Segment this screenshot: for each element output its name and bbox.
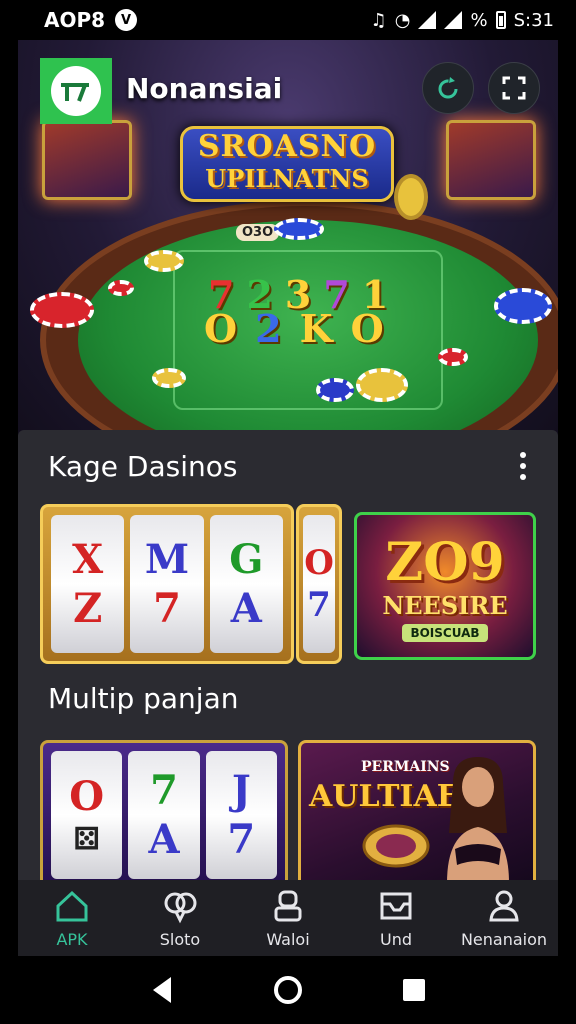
casino-chip [394, 174, 428, 220]
battery-icon [495, 11, 506, 29]
reel-symbol: O [304, 543, 334, 583]
section-title-kage-dasinos: Kage Dasinos [48, 450, 238, 483]
wifi-icon: ◔ [394, 9, 411, 31]
refresh-button[interactable] [422, 62, 474, 114]
reel-symbol: O [69, 773, 105, 820]
system-nav-bar [0, 956, 576, 1024]
home-icon [56, 890, 88, 922]
number-row-2: O 2 K O [204, 306, 384, 351]
nav-label: Waloi [266, 930, 310, 949]
casino-chip [144, 250, 184, 272]
reel-symbol: M [144, 536, 190, 583]
inbox-icon [380, 892, 412, 920]
section-title-multip-panjan: Multip panjan [48, 682, 239, 715]
app-logo [40, 58, 112, 124]
coin-medallion-icon [362, 824, 430, 868]
casino-chip [108, 280, 134, 296]
reel-symbol: 7 [153, 585, 181, 632]
status-right: ♫ ◔ % S:31 [371, 10, 554, 31]
slot-reel: J 7 [205, 751, 277, 879]
bg-slot-machine-right [446, 120, 536, 200]
chat-bubbles-icon [164, 892, 197, 924]
expand-icon [502, 76, 526, 100]
slot-reel: 7 A [128, 751, 200, 879]
reel-symbol: G [229, 536, 264, 583]
status-time: S:31 [513, 9, 554, 31]
bg-slot-machine-left [42, 120, 132, 200]
game-card-slot-1-partial[interactable]: O 7 [296, 504, 342, 664]
reel-symbol: Z [73, 585, 103, 632]
slot-reel: M 7 [130, 515, 204, 653]
status-app-badge: V [115, 9, 138, 31]
game-card-slot-2[interactable]: O ⚄ 7 A J 7 [40, 740, 288, 890]
promo-big-text: ZO9 [385, 532, 505, 593]
casino-chip [438, 348, 468, 366]
status-left: AOP8 V [44, 8, 138, 32]
reel-symbol: J [231, 767, 251, 814]
nav-label: Sloto [159, 930, 201, 949]
casino-chip [274, 218, 324, 240]
game-card-promo-1[interactable]: ZO9 NEESIRE BOISCUAB [354, 512, 536, 660]
number-digit: 2 [255, 306, 282, 351]
nav-item-nenanaion[interactable]: Nenanaion [454, 888, 554, 949]
app-title: Nonansiai [126, 72, 283, 105]
slot-reel: O 7 [303, 515, 335, 653]
bottom-nav: APK Sloto Waloi Und Nenanaion [18, 880, 558, 956]
home-circle-icon[interactable] [272, 974, 304, 1006]
more-vertical-icon[interactable] [520, 452, 528, 480]
character-illustration [447, 757, 509, 883]
promo-mid-text: NEESIRE [382, 591, 508, 620]
signal-icon [418, 11, 437, 29]
nav-item-waloi[interactable]: Waloi [238, 888, 338, 949]
wallet-icon [274, 890, 302, 922]
games-panel: Kage Dasinos X Z M 7 G A O 7 ZO9 NEESIRE… [18, 430, 558, 890]
mute-icon: ♫ [370, 9, 387, 31]
recents-icon[interactable] [401, 977, 427, 1003]
banner-line-1: SROASNO [197, 129, 377, 164]
promo-banner-title: SROASNO UPILNATNS [180, 126, 394, 202]
nav-label: Nenanaion [460, 930, 548, 949]
percent-icon: % [470, 9, 488, 31]
game-card-slot-1[interactable]: X Z M 7 G A [40, 504, 294, 664]
banner-line-2: UPILNATNS [205, 164, 369, 193]
table-label: O3O [236, 224, 280, 241]
reel-symbol: A [230, 585, 262, 632]
hero-banner[interactable]: Nonansiai SROASNO UPILNATNS O3O 7 2 3 7 … [18, 40, 558, 440]
back-icon[interactable] [149, 975, 175, 1005]
number-digit: O [350, 306, 384, 351]
casino-chip [494, 288, 552, 324]
casino-chip [316, 378, 354, 402]
casino-chip [152, 368, 186, 388]
number-digit: O [204, 306, 238, 351]
casino-chip [356, 368, 408, 402]
reel-symbol: 7 [307, 585, 331, 625]
nav-item-sloto[interactable]: Sloto [130, 888, 230, 949]
dice-icon: ⚄ [73, 822, 100, 857]
status-bar: AOP8 V ♫ ◔ % S:31 [0, 0, 576, 40]
casino-chip [30, 292, 94, 328]
refresh-icon [438, 77, 458, 99]
number-digit: K [299, 306, 333, 351]
reel-symbol: 7 [150, 767, 178, 814]
slot-reel: X Z [51, 515, 125, 653]
nav-label: APK [56, 930, 88, 949]
slot-reel: G A [209, 515, 283, 653]
nav-item-apk[interactable]: APK [22, 888, 122, 949]
reel-symbol: 7 [227, 816, 256, 863]
reel-symbol: X [72, 536, 104, 583]
signal-icon-secondary [444, 11, 463, 29]
expand-button[interactable] [488, 62, 540, 114]
nav-item-und[interactable]: Und [346, 888, 446, 949]
game-card-promo-2[interactable]: PERMAINS AULTIAEN [298, 740, 536, 890]
reel-symbol: A [148, 816, 180, 863]
status-carrier: AOP8 [44, 8, 106, 32]
person-icon [489, 890, 519, 922]
nav-label: Und [379, 930, 412, 949]
logo-icon [51, 66, 101, 116]
promo-small-text: BOISCUAB [402, 624, 488, 642]
slot-reel: O ⚄ [51, 751, 123, 879]
